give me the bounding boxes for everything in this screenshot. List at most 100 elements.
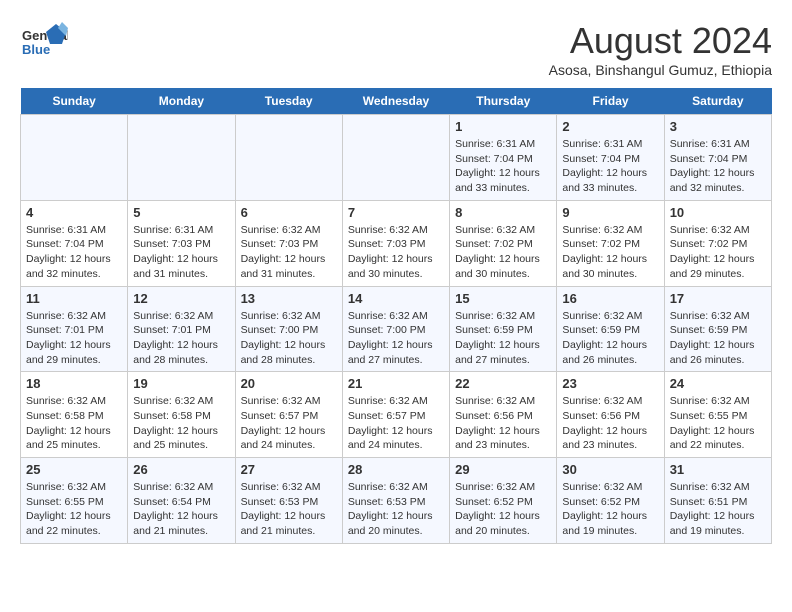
calendar-cell: 12 Sunrise: 6:32 AMSunset: 7:01 PMDayligh… [128, 286, 235, 372]
day-header-wednesday: Wednesday [342, 88, 449, 115]
date-number: 10 [670, 205, 766, 220]
date-number: 1 [455, 119, 551, 134]
date-number: 7 [348, 205, 444, 220]
cell-info: Sunrise: 6:31 AMSunset: 7:04 PMDaylight:… [26, 223, 122, 282]
date-number: 24 [670, 376, 766, 391]
date-number: 11 [26, 291, 122, 306]
date-number: 15 [455, 291, 551, 306]
cell-info: Sunrise: 6:31 AMSunset: 7:03 PMDaylight:… [133, 223, 229, 282]
calendar-cell: 28Sunrise: 6:32 AMSunset: 6:53 PMDayligh… [342, 458, 449, 544]
date-number: 8 [455, 205, 551, 220]
calendar-cell: 6 Sunrise: 6:32 AMSunset: 7:03 PMDaylight… [235, 200, 342, 286]
cell-info: Sunrise: 6:32 AMSunset: 7:01 PMDaylight:… [133, 309, 229, 368]
date-number: 3 [670, 119, 766, 134]
cell-info: Sunrise: 6:32 AMSunset: 6:58 PMDaylight:… [26, 394, 122, 453]
calendar-cell [342, 115, 449, 201]
logo: General Blue [20, 20, 68, 68]
day-header-tuesday: Tuesday [235, 88, 342, 115]
date-number: 9 [562, 205, 658, 220]
week-row-3: 11 Sunrise: 6:32 AMSunset: 7:01 PMDayligh… [21, 286, 772, 372]
calendar-cell: 23 Sunrise: 6:32 AMSunset: 6:56 PMDayligh… [557, 372, 664, 458]
calendar-cell: 18 Sunrise: 6:32 AMSunset: 6:58 PMDayligh… [21, 372, 128, 458]
cell-info: Sunrise: 6:32 AMSunset: 6:58 PMDaylight:… [133, 394, 229, 453]
cell-info: Sunrise: 6:32 AMSunset: 7:03 PMDaylight:… [348, 223, 444, 282]
date-number: 5 [133, 205, 229, 220]
calendar-cell: 14Sunrise: 6:32 AMSunset: 7:00 PMDayligh… [342, 286, 449, 372]
day-header-thursday: Thursday [450, 88, 557, 115]
page-header: General Blue August 2024 Asosa, Binshang… [20, 20, 772, 78]
date-number: 29 [455, 462, 551, 477]
calendar-cell: 19 Sunrise: 6:32 AMSunset: 6:58 PMDayligh… [128, 372, 235, 458]
cell-info: Sunrise: 6:32 AMSunset: 6:55 PMDaylight:… [670, 394, 766, 453]
cell-info: Sunrise: 6:31 AMSunset: 7:04 PMDaylight:… [562, 137, 658, 196]
week-row-4: 18 Sunrise: 6:32 AMSunset: 6:58 PMDayligh… [21, 372, 772, 458]
date-number: 23 [562, 376, 658, 391]
date-number: 26 [133, 462, 229, 477]
cell-info: Sunrise: 6:31 AMSunset: 7:04 PMDaylight:… [455, 137, 551, 196]
week-row-1: 1 Sunrise: 6:31 AMSunset: 7:04 PMDaylight… [21, 115, 772, 201]
date-number: 2 [562, 119, 658, 134]
calendar-cell: 27Sunrise: 6:32 AMSunset: 6:53 PMDayligh… [235, 458, 342, 544]
title-area: August 2024 Asosa, Binshangul Gumuz, Eth… [549, 20, 772, 78]
calendar-cell: 21Sunrise: 6:32 AMSunset: 6:57 PMDayligh… [342, 372, 449, 458]
cell-info: Sunrise: 6:32 AMSunset: 6:53 PMDaylight:… [348, 480, 444, 539]
date-number: 31 [670, 462, 766, 477]
week-row-2: 4 Sunrise: 6:31 AMSunset: 7:04 PMDaylight… [21, 200, 772, 286]
location-subtitle: Asosa, Binshangul Gumuz, Ethiopia [549, 62, 772, 78]
cell-info: Sunrise: 6:32 AMSunset: 6:52 PMDaylight:… [562, 480, 658, 539]
date-number: 13 [241, 291, 337, 306]
calendar-cell: 4 Sunrise: 6:31 AMSunset: 7:04 PMDaylight… [21, 200, 128, 286]
day-header-saturday: Saturday [664, 88, 771, 115]
cell-info: Sunrise: 6:32 AMSunset: 6:57 PMDaylight:… [348, 394, 444, 453]
day-header-monday: Monday [128, 88, 235, 115]
calendar-cell: 3 Sunrise: 6:31 AMSunset: 7:04 PMDaylight… [664, 115, 771, 201]
calendar-cell: 7 Sunrise: 6:32 AMSunset: 7:03 PMDaylight… [342, 200, 449, 286]
calendar-cell: 10 Sunrise: 6:32 AMSunset: 7:02 PMDayligh… [664, 200, 771, 286]
calendar-cell [128, 115, 235, 201]
calendar-cell: 25Sunrise: 6:32 AMSunset: 6:55 PMDayligh… [21, 458, 128, 544]
calendar-cell: 11 Sunrise: 6:32 AMSunset: 7:01 PMDayligh… [21, 286, 128, 372]
cell-info: Sunrise: 6:32 AMSunset: 7:00 PMDaylight:… [241, 309, 337, 368]
date-number: 12 [133, 291, 229, 306]
calendar-cell: 17 Sunrise: 6:32 AMSunset: 6:59 PMDayligh… [664, 286, 771, 372]
calendar-cell: 24 Sunrise: 6:32 AMSunset: 6:55 PMDayligh… [664, 372, 771, 458]
day-header-sunday: Sunday [21, 88, 128, 115]
cell-info: Sunrise: 6:32 AMSunset: 6:54 PMDaylight:… [133, 480, 229, 539]
cell-info: Sunrise: 6:32 AMSunset: 6:59 PMDaylight:… [455, 309, 551, 368]
calendar-cell: 2 Sunrise: 6:31 AMSunset: 7:04 PMDaylight… [557, 115, 664, 201]
cell-info: Sunrise: 6:32 AMSunset: 6:56 PMDaylight:… [455, 394, 551, 453]
calendar-cell: 9 Sunrise: 6:32 AMSunset: 7:02 PMDaylight… [557, 200, 664, 286]
cell-info: Sunrise: 6:32 AMSunset: 7:00 PMDaylight:… [348, 309, 444, 368]
date-number: 20 [241, 376, 337, 391]
calendar-cell: 15 Sunrise: 6:32 AMSunset: 6:59 PMDayligh… [450, 286, 557, 372]
svg-text:Blue: Blue [22, 42, 50, 57]
cell-info: Sunrise: 6:32 AMSunset: 7:03 PMDaylight:… [241, 223, 337, 282]
cell-info: Sunrise: 6:32 AMSunset: 6:51 PMDaylight:… [670, 480, 766, 539]
date-number: 27 [241, 462, 337, 477]
cell-info: Sunrise: 6:32 AMSunset: 7:02 PMDaylight:… [670, 223, 766, 282]
calendar-cell: 22 Sunrise: 6:32 AMSunset: 6:56 PMDayligh… [450, 372, 557, 458]
cell-info: Sunrise: 6:32 AMSunset: 7:02 PMDaylight:… [562, 223, 658, 282]
calendar-cell: 16Sunrise: 6:32 AMSunset: 6:59 PMDayligh… [557, 286, 664, 372]
cell-info: Sunrise: 6:31 AMSunset: 7:04 PMDaylight:… [670, 137, 766, 196]
cell-info: Sunrise: 6:32 AMSunset: 6:59 PMDaylight:… [562, 309, 658, 368]
cell-info: Sunrise: 6:32 AMSunset: 6:52 PMDaylight:… [455, 480, 551, 539]
calendar-cell: 8 Sunrise: 6:32 AMSunset: 7:02 PMDaylight… [450, 200, 557, 286]
calendar-table: SundayMondayTuesdayWednesdayThursdayFrid… [20, 88, 772, 544]
date-number: 17 [670, 291, 766, 306]
cell-info: Sunrise: 6:32 AMSunset: 6:56 PMDaylight:… [562, 394, 658, 453]
calendar-cell: 20 Sunrise: 6:32 AMSunset: 6:57 PMDayligh… [235, 372, 342, 458]
date-number: 22 [455, 376, 551, 391]
calendar-cell [235, 115, 342, 201]
calendar-cell: 31 Sunrise: 6:32 AMSunset: 6:51 PMDayligh… [664, 458, 771, 544]
date-number: 6 [241, 205, 337, 220]
cell-info: Sunrise: 6:32 AMSunset: 6:57 PMDaylight:… [241, 394, 337, 453]
month-title: August 2024 [549, 20, 772, 62]
date-number: 4 [26, 205, 122, 220]
date-number: 18 [26, 376, 122, 391]
cell-info: Sunrise: 6:32 AMSunset: 6:59 PMDaylight:… [670, 309, 766, 368]
cell-info: Sunrise: 6:32 AMSunset: 7:02 PMDaylight:… [455, 223, 551, 282]
date-number: 19 [133, 376, 229, 391]
cell-info: Sunrise: 6:32 AMSunset: 7:01 PMDaylight:… [26, 309, 122, 368]
calendar-cell: 30Sunrise: 6:32 AMSunset: 6:52 PMDayligh… [557, 458, 664, 544]
